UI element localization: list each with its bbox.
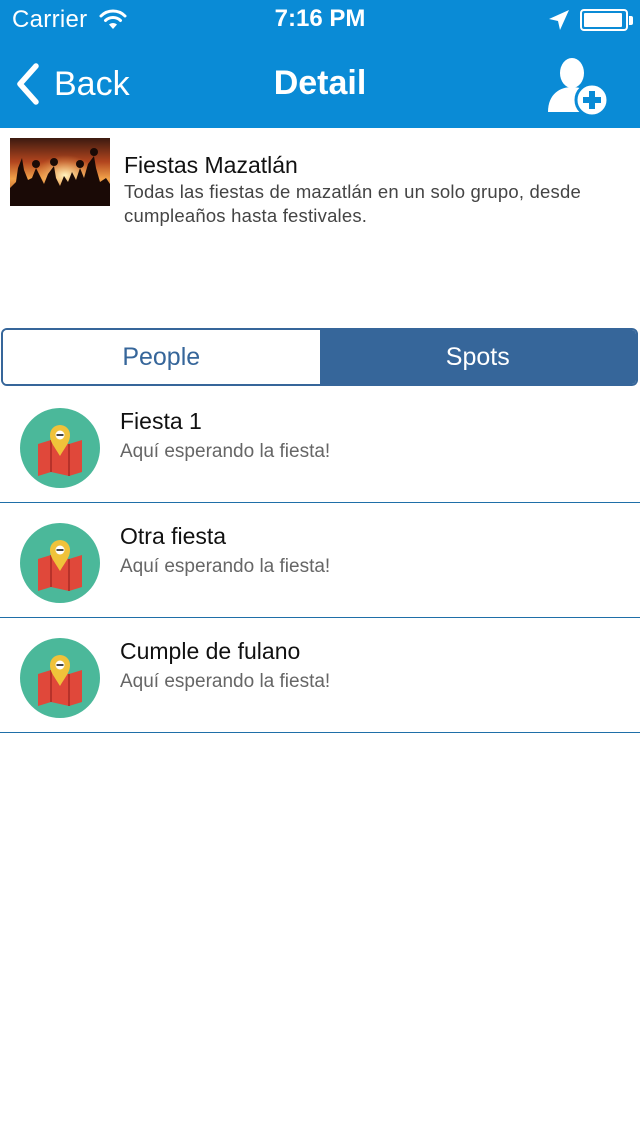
group-header: Fiestas Mazatlán Todas las fiestas de ma… [0,128,640,308]
add-user-icon[interactable] [542,54,612,118]
map-pin-icon [20,408,100,488]
tab-spots[interactable]: Spots [319,330,636,384]
location-arrow-icon [549,10,569,30]
back-button[interactable]: Back [12,58,130,110]
segmented-control: People Spots [1,328,638,386]
spot-title: Otra fiesta [120,523,227,549]
spot-title: Fiesta 1 [120,408,202,434]
group-name: Fiestas Mazatlán [124,152,298,178]
navigation-bar: Carrier 7:16 PM Back Detail [0,0,640,128]
spot-title: Cumple de fulano [120,638,301,664]
battery-tip [629,16,633,25]
list-item[interactable]: Cumple de fulano Aquí esperando la fiest… [0,618,640,733]
list-item[interactable]: Otra fiesta Aquí esperando la fiesta! [0,503,640,618]
map-pin-icon [20,638,100,718]
spot-subtitle: Aquí esperando la fiesta! [120,441,331,462]
chevron-left-icon [17,63,39,105]
battery-icon [580,9,628,31]
group-thumbnail [10,138,110,206]
map-pin-icon [20,523,100,603]
back-label: Back [54,64,130,103]
spots-list: Fiesta 1 Aquí esperando la fiesta! Otra … [0,388,640,733]
list-item[interactable]: Fiesta 1 Aquí esperando la fiesta! [0,388,640,503]
spot-subtitle: Aquí esperando la fiesta! [120,671,331,692]
tab-people[interactable]: People [3,330,320,384]
clock: 7:16 PM [274,5,366,32]
spot-subtitle: Aquí esperando la fiesta! [120,556,331,577]
status-bar: Carrier 7:16 PM [0,0,640,40]
group-description: Todas las fiestas de mazatlán en un solo… [124,181,581,226]
